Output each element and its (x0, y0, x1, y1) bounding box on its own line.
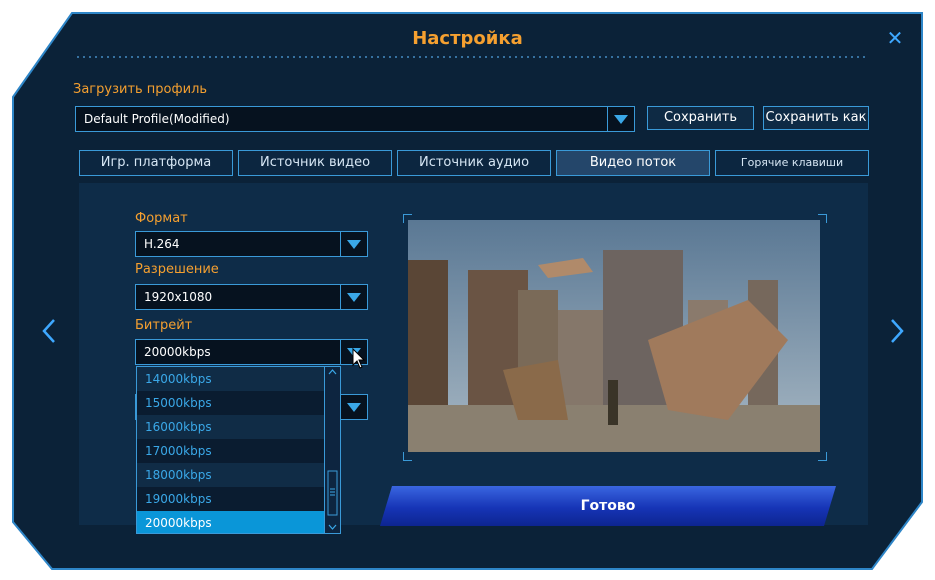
dropdown-option[interactable]: 15000kbps (137, 391, 331, 415)
format-label: Формат (135, 211, 188, 226)
chevron-right-icon[interactable] (888, 318, 906, 344)
preview-corner (403, 214, 412, 223)
dropdown-option[interactable]: 18000kbps (137, 463, 331, 487)
profile-select[interactable]: Default Profile(Modified) (75, 106, 635, 132)
chevron-left-icon[interactable] (40, 318, 58, 344)
bitrate-label: Битрейт (135, 318, 193, 333)
preview-corner (403, 452, 412, 461)
profile-label: Загрузить профиль (73, 82, 208, 97)
dropdown-option[interactable]: 14000kbps (137, 367, 331, 391)
save-profile-as-button[interactable]: Сохранить как (763, 106, 869, 130)
format-value: H.264 (144, 237, 180, 251)
chevron-down-icon[interactable] (340, 232, 367, 256)
dropdown-option[interactable]: 19000kbps (137, 487, 331, 511)
tab-hotkeys[interactable]: Горячие клавиши (715, 150, 869, 176)
save-profile-button[interactable]: Сохранить (647, 106, 754, 130)
dropdown-scrollbar[interactable] (324, 367, 340, 533)
dropdown-option-selected[interactable]: 20000kbps (137, 511, 331, 533)
chevron-down-icon[interactable] (340, 395, 367, 419)
profile-value: Default Profile(Modified) (84, 112, 230, 126)
format-select[interactable]: H.264 (135, 231, 368, 257)
resolution-value: 1920x1080 (144, 290, 213, 304)
resolution-label: Разрешение (135, 262, 219, 277)
done-button[interactable]: Готово (380, 486, 836, 526)
tab-game-platform[interactable]: Игр. платформа (79, 150, 233, 176)
preview-corner (818, 214, 827, 223)
game-scene-image (408, 220, 820, 452)
chevron-down-icon[interactable] (607, 107, 634, 131)
dropdown-option[interactable]: 16000kbps (137, 415, 331, 439)
close-icon[interactable]: ✕ (884, 27, 906, 49)
dropdown-option[interactable]: 17000kbps (137, 439, 331, 463)
video-preview (408, 220, 820, 452)
resolution-select[interactable]: 1920x1080 (135, 284, 368, 310)
bitrate-value: 20000kbps (144, 345, 211, 359)
bitrate-dropdown-list[interactable]: 14000kbps 15000kbps 16000kbps 17000kbps … (136, 366, 341, 534)
tab-video-source[interactable]: Источник видео (238, 150, 392, 176)
preview-corner (818, 452, 827, 461)
bitrate-select[interactable]: 20000kbps (135, 339, 368, 365)
tab-audio-source[interactable]: Источник аудио (397, 150, 551, 176)
mouse-cursor-icon (352, 348, 366, 369)
tab-video-stream[interactable]: Видео поток (556, 150, 710, 176)
chevron-down-icon[interactable] (340, 285, 367, 309)
window-title: Настройка (412, 28, 523, 49)
title-divider (75, 56, 865, 58)
